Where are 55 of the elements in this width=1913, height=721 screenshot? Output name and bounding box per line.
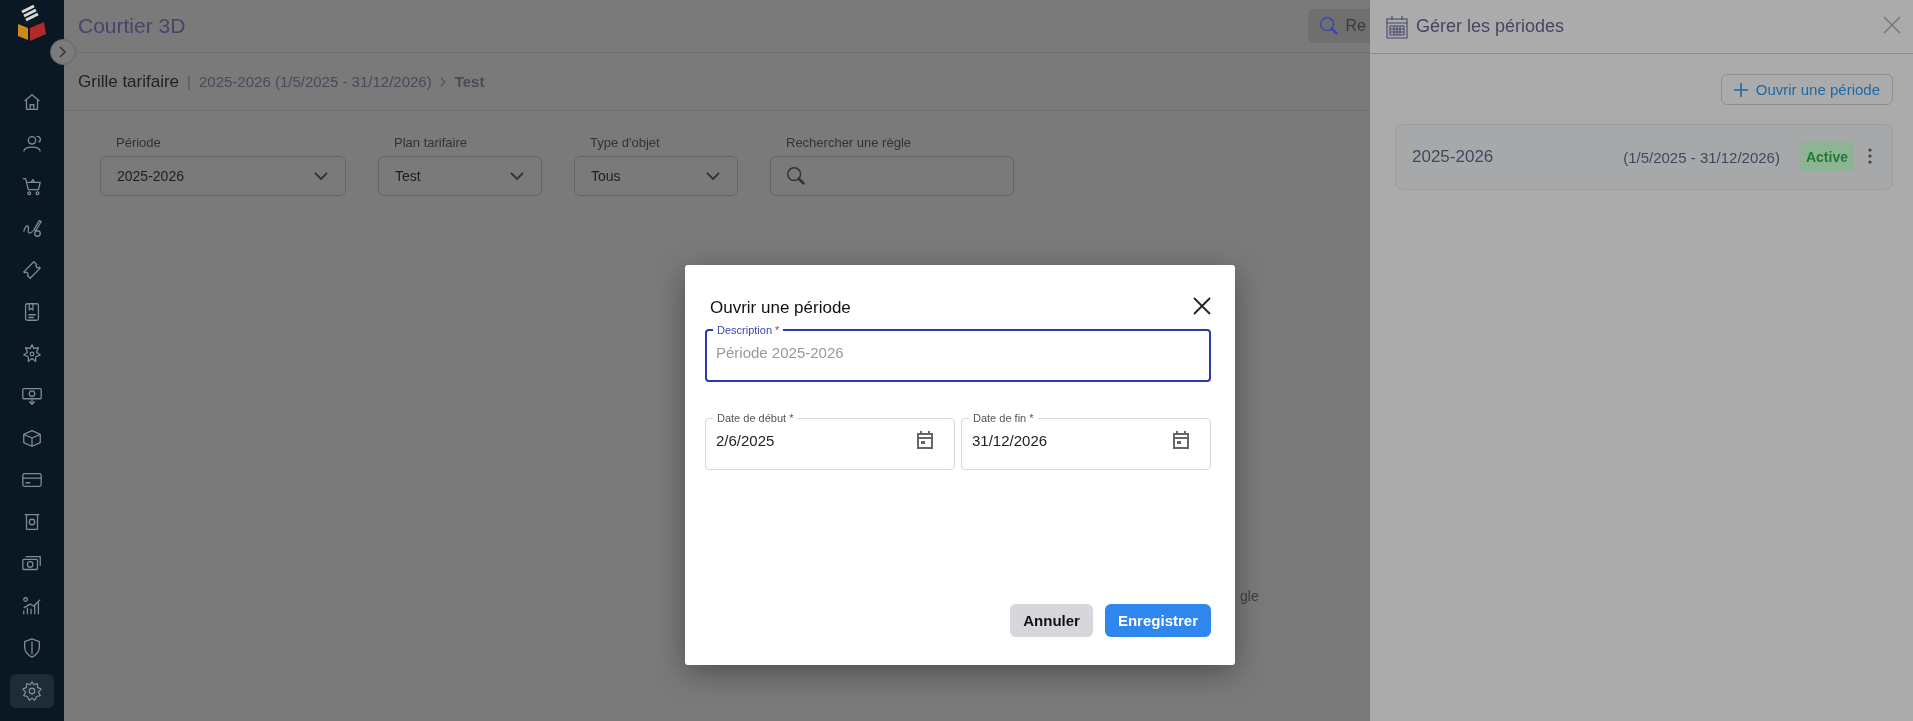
date-field[interactable]: Date de fin * 31/12/2026: [961, 412, 1211, 470]
chevron-down-icon: [509, 171, 525, 181]
field-label: Description *: [716, 324, 781, 336]
shield-icon: [21, 637, 43, 659]
search-icon: [1317, 15, 1340, 37]
field-label: Date de début *: [716, 412, 795, 424]
period-name: 2025-2026: [1412, 147, 1495, 167]
select-field[interactable]: Tous: [574, 156, 738, 196]
search-field[interactable]: [770, 156, 1014, 196]
filter-label: Période: [115, 135, 162, 150]
money-icon: [21, 385, 43, 407]
calendar-icon: [1172, 430, 1190, 450]
period-card[interactable]: 2025-2026 (1/5/2025 - 31/12/2026) Active: [1395, 124, 1893, 190]
ticket-icon: [21, 259, 43, 281]
filter-label: Type d'objet: [589, 135, 661, 150]
dialog-title: Ouvrir une période: [710, 297, 851, 318]
panel-title: Gérer les périodes: [1416, 16, 1566, 37]
calendar-icon: [916, 430, 934, 450]
cart-icon: [21, 175, 43, 197]
chart-icon: [21, 595, 43, 617]
box-icon: [21, 427, 43, 449]
description-field[interactable]: Description * Période 2025-2026: [705, 324, 1211, 382]
select-field[interactable]: 2025-2026: [100, 156, 346, 196]
field-label: Date de fin *: [972, 412, 1035, 424]
settings-icon: [21, 680, 43, 702]
cancel-button[interactable]: Annuler: [1010, 604, 1093, 637]
date-field[interactable]: Date de début * 2/6/2025: [705, 412, 955, 470]
chevron-down-icon: [705, 171, 721, 181]
date-value: 2/6/2025: [716, 431, 775, 449]
date-value: 31/12/2026: [972, 431, 1048, 449]
sidebar-item[interactable]: [10, 674, 54, 708]
description-input[interactable]: Période 2025-2026: [716, 343, 1185, 361]
empty-message: gle: [1240, 588, 1259, 604]
expand-toggle[interactable]: [50, 39, 76, 65]
separator: |: [187, 73, 191, 90]
add-period-button[interactable]: Ouvrir une période: [1720, 74, 1893, 105]
calendar-icon: [1386, 14, 1408, 39]
home-icon: [21, 91, 43, 113]
search-icon: [785, 165, 807, 187]
badge-icon: [21, 343, 43, 365]
period-range: (1/5/2025 - 31/12/2026): [1623, 148, 1780, 166]
close-icon: [1193, 297, 1211, 315]
pen-icon: [21, 217, 43, 239]
plus-icon: [1733, 82, 1748, 97]
save-button[interactable]: Enregistrer: [1104, 604, 1211, 637]
more-icon: [1868, 147, 1872, 164]
chevron-down-icon: [313, 171, 329, 181]
page-title: Grille tarifaire: [78, 71, 180, 92]
close-icon: [1883, 16, 1901, 34]
filter-label: Rechercher une règle: [785, 135, 913, 150]
filter-label: Plan tarifaire: [393, 135, 468, 150]
status-badge: Active: [1799, 142, 1854, 172]
chevron-right-icon: [59, 46, 67, 58]
select-field[interactable]: Test: [378, 156, 542, 196]
chevron-right-icon: [439, 76, 447, 87]
